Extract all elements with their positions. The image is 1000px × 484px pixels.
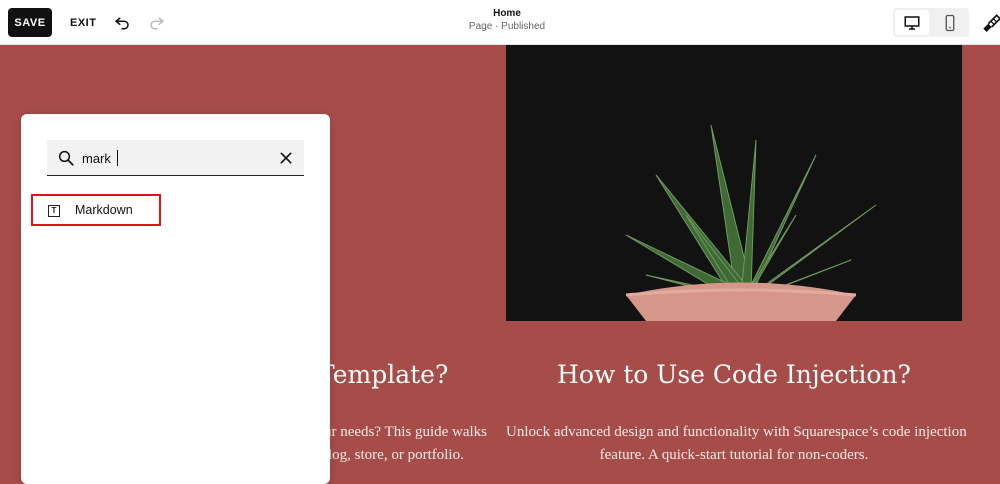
section-body-left-line-1: ur needs? This guide walks [324,424,488,440]
undo-icon[interactable] [110,10,134,34]
block-search-field[interactable] [47,140,304,176]
exit-button[interactable]: EXIT [64,8,102,37]
close-icon[interactable] [278,150,294,166]
paintbrush-icon[interactable] [978,10,1000,34]
page-info[interactable]: Home Page · Published [400,8,614,32]
editor-toolbar: SAVE EXIT Home Page · Published [0,0,1000,45]
desktop-view-button[interactable] [895,10,929,35]
plant-image [506,45,962,321]
section-heading-left: Template? [318,360,449,389]
page-title: Home [493,8,521,19]
search-result-markdown[interactable]: T Markdown [31,194,161,226]
search-icon [58,150,74,166]
search-result-label: Markdown [75,203,133,217]
section-body-right-line-1: Unlock advanced design and functionality… [506,424,967,440]
save-button[interactable]: SAVE [8,8,52,37]
page-status: Page · Published [468,21,546,32]
section-heading-right: How to Use Code Injection? [557,360,911,389]
mobile-view-button[interactable] [933,10,967,35]
block-search-input[interactable] [82,148,262,168]
block-picker-panel: T Markdown [21,114,330,484]
view-toggle [893,8,969,37]
text-block-icon: T [48,205,60,217]
desktop-icon [904,15,920,30]
section-body-left-line-2: log, store, or portfolio. [328,447,464,463]
section-body-right-line-2: feature. A quick-start tutorial for non-… [599,447,869,463]
mobile-icon [945,14,955,31]
text-cursor [117,150,118,166]
redo-icon[interactable] [145,10,169,34]
